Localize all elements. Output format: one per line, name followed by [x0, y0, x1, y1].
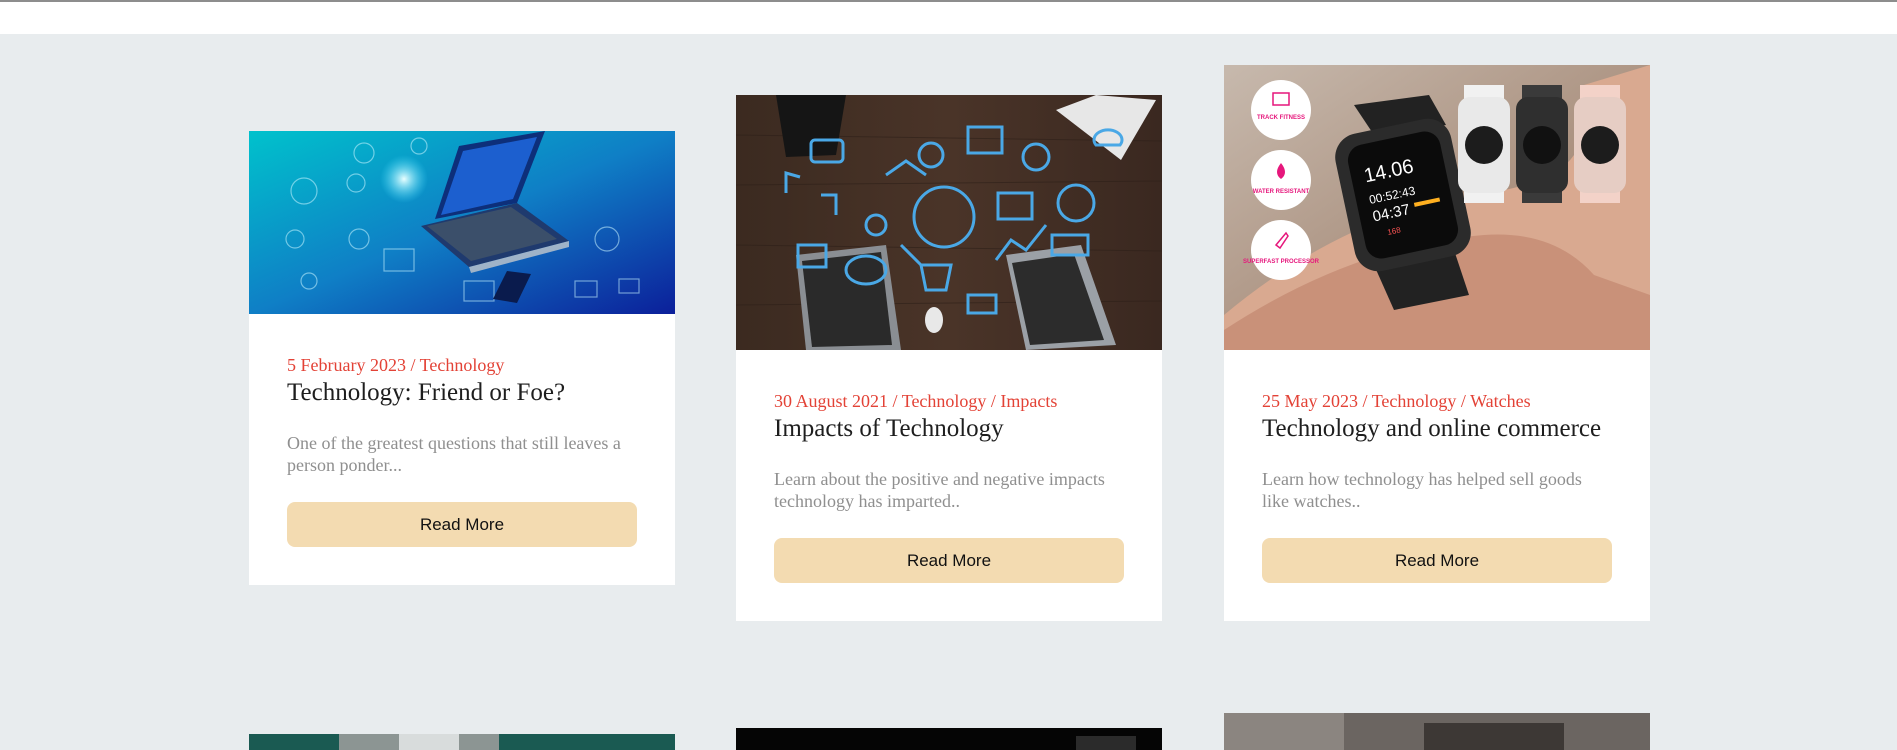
card-image-tech-icons[interactable]	[736, 95, 1162, 350]
card-body: 5 February 2023 / Technology Technology:…	[249, 314, 675, 585]
post-title[interactable]: Impacts of Technology	[774, 414, 1124, 444]
post-meta: 5 February 2023 / Technology	[287, 355, 505, 375]
read-more-button[interactable]: Read More	[1262, 538, 1612, 583]
badge-track-fitness: TRACK FITNESS	[1257, 115, 1305, 121]
post-title[interactable]: Technology: Friend or Foe?	[287, 378, 637, 408]
top-header-bar	[0, 0, 1897, 34]
post-category[interactable]: Technology / Watches	[1372, 391, 1531, 411]
card-body: 25 May 2023 / Technology / Watches Techn…	[1224, 350, 1650, 621]
badge-superfast-processor: SUPERFAST PROCESSOR	[1243, 259, 1320, 265]
next-card-image-3[interactable]	[1224, 713, 1650, 750]
post-meta: 25 May 2023 / Technology / Watches	[1262, 391, 1531, 411]
post-excerpt: One of the greatest questions that still…	[287, 433, 621, 475]
next-card-image-2[interactable]	[736, 728, 1162, 750]
post-meta: 30 August 2021 / Technology / Impacts	[774, 391, 1058, 411]
post-excerpt: Learn how technology has helped sell goo…	[1262, 469, 1582, 511]
card-image-smartwatch[interactable]: 14.06 00:52:43 04:37 168 TRACK FITNESS W…	[1224, 65, 1650, 350]
post-category[interactable]: Technology / Impacts	[902, 391, 1058, 411]
blog-card-2: 30 August 2021 / Technology / Impacts Im…	[736, 95, 1162, 621]
post-date: 25 May 2023	[1262, 391, 1358, 411]
card-image-laptop[interactable]	[249, 131, 675, 314]
post-excerpt: Learn about the positive and negative im…	[774, 469, 1105, 511]
post-category[interactable]: Technology	[420, 355, 505, 375]
post-date: 5 February 2023	[287, 355, 406, 375]
read-more-button[interactable]: Read More	[774, 538, 1124, 583]
blog-card-3: 14.06 00:52:43 04:37 168 TRACK FITNESS W…	[1224, 65, 1650, 621]
card-body: 30 August 2021 / Technology / Impacts Im…	[736, 350, 1162, 621]
post-title[interactable]: Technology and online commerce	[1262, 414, 1612, 444]
badge-water-resistant: WATER RESISTANT	[1253, 189, 1310, 195]
blog-card-1: 5 February 2023 / Technology Technology:…	[249, 131, 675, 585]
next-card-image-1[interactable]	[249, 734, 675, 750]
post-date: 30 August 2021	[774, 391, 889, 411]
read-more-button[interactable]: Read More	[287, 502, 637, 547]
